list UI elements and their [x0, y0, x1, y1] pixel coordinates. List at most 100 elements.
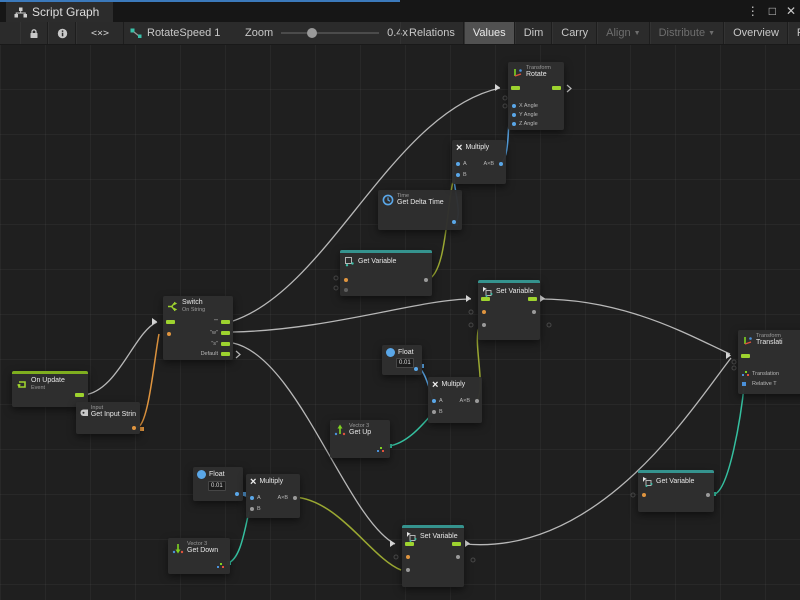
maximize-icon[interactable]: □	[769, 4, 776, 18]
float-value-field[interactable]: 0.01	[208, 481, 226, 491]
node-get-variable-top[interactable]: Get Variable	[340, 250, 432, 296]
node-get-input-string[interactable]: Input Get Input Strin	[76, 402, 140, 434]
info-button[interactable]	[48, 22, 76, 44]
input-a-port[interactable]	[250, 496, 254, 500]
relative-to-label: Relative T	[752, 381, 777, 387]
graph-canvas[interactable]	[0, 44, 800, 600]
flow-input-port[interactable]	[511, 86, 520, 90]
node-title: Get Variable	[358, 258, 396, 266]
clock-icon	[382, 194, 394, 206]
node-set-variable-mid[interactable]: Set Variable	[478, 280, 540, 340]
default-output-port[interactable]	[221, 352, 230, 356]
input-a-port[interactable]	[456, 162, 460, 166]
result-output-port[interactable]	[475, 399, 479, 403]
float-icon	[197, 470, 206, 479]
result-output-port[interactable]	[293, 496, 297, 500]
script-graph-icon	[14, 7, 27, 18]
float-output-port[interactable]	[414, 367, 418, 371]
string-output-port[interactable]	[132, 426, 136, 430]
case-label: ""	[214, 319, 218, 325]
float-value-field[interactable]: 0.01	[396, 358, 414, 368]
name-input-port[interactable]	[482, 310, 486, 314]
graph-breadcrumb[interactable]: RotateSpeed 1	[130, 22, 220, 44]
name-input-port[interactable]	[406, 555, 410, 559]
node-get-up[interactable]: Vector 3 Get Up	[330, 420, 390, 458]
y-angle-input-port[interactable]	[512, 113, 516, 117]
x-angle-input-port[interactable]	[512, 104, 516, 108]
full-screen-button[interactable]: Full Screen	[788, 22, 800, 44]
node-rotate[interactable]: Transform Rotate X Angle Y Angle Z Angle	[508, 62, 564, 130]
node-translate[interactable]: Transform Translati Translation Relative…	[738, 330, 800, 394]
translation-input-port[interactable]	[742, 371, 749, 377]
zoom-slider-handle[interactable]	[307, 28, 317, 38]
flow-output-port[interactable]	[75, 393, 84, 397]
input-a-port[interactable]	[432, 399, 436, 403]
lock-button[interactable]	[20, 22, 48, 44]
overview-button[interactable]: Overview	[724, 22, 788, 44]
zoom-slider-track[interactable]	[281, 32, 379, 34]
zoom-slider[interactable]	[281, 22, 379, 44]
node-title: Get Variable	[656, 478, 694, 486]
name-input-port[interactable]	[344, 278, 348, 282]
zoom-label: Zoom	[245, 27, 273, 39]
button-label: Values	[473, 27, 506, 39]
value-output-port[interactable]	[532, 310, 536, 314]
selector-input-port[interactable]	[167, 332, 171, 336]
vector-up-icon	[334, 424, 346, 436]
input-b-label: B	[257, 506, 261, 512]
flow-input-port[interactable]	[405, 542, 414, 546]
distribute-dropdown[interactable]: Distribute ▼	[650, 22, 724, 44]
result-output-port[interactable]	[499, 162, 503, 166]
window-menu-icon[interactable]: ⋮	[747, 4, 759, 18]
tab-script-graph[interactable]: Script Graph	[6, 2, 113, 22]
case-output-port[interactable]	[221, 342, 230, 346]
button-label: Overview	[733, 27, 779, 39]
input-a-label: A	[439, 398, 443, 404]
button-label: Distribute	[659, 27, 705, 39]
value-output-port[interactable]	[456, 555, 460, 559]
name-input-port[interactable]	[642, 493, 646, 497]
flow-output-port[interactable]	[452, 542, 461, 546]
case-output-port[interactable]	[221, 331, 230, 335]
z-angle-input-port[interactable]	[512, 122, 516, 126]
case-label: "w"	[210, 330, 218, 336]
node-multiply-mid[interactable]: × Multiply A A×B B	[428, 377, 482, 423]
node-float-bottom[interactable]: Float 0.01	[193, 467, 243, 501]
relative-to-input-port[interactable]	[742, 382, 746, 386]
case-output-port[interactable]	[221, 320, 230, 324]
values-button[interactable]: Values	[464, 22, 515, 44]
value-output-port[interactable]	[424, 278, 428, 282]
input-b-port[interactable]	[250, 507, 254, 511]
float-output-port[interactable]	[452, 220, 456, 224]
vector3-output-port[interactable]	[377, 447, 384, 453]
node-title: Get Up	[349, 429, 371, 437]
input-b-port[interactable]	[456, 173, 460, 177]
float-icon	[386, 348, 395, 357]
node-get-delta-time[interactable]: Time Get Delta Time	[378, 190, 462, 230]
flow-input-port[interactable]	[741, 354, 750, 358]
vector3-output-port[interactable]	[217, 563, 224, 569]
node-switch[interactable]: Switch On String "" "w" "s" Default	[163, 296, 233, 360]
fallback-input-port[interactable]	[344, 288, 348, 292]
carry-button[interactable]: Carry	[552, 22, 597, 44]
align-dropdown[interactable]: Align ▼	[597, 22, 649, 44]
flow-input-port[interactable]	[481, 297, 490, 301]
flow-output-port[interactable]	[552, 86, 561, 90]
node-get-down[interactable]: Vector 3 Get Down	[168, 538, 230, 574]
node-get-variable-right[interactable]: Get Variable	[638, 470, 714, 512]
node-float-mid[interactable]: Float 0.01	[382, 345, 422, 375]
close-icon[interactable]: ✕	[786, 4, 796, 18]
value-output-port[interactable]	[706, 493, 710, 497]
dim-button[interactable]: Dim	[515, 22, 553, 44]
float-output-port[interactable]	[235, 492, 239, 496]
relations-button[interactable]: Relations	[400, 22, 464, 44]
node-multiply-top[interactable]: × Multiply A A×B B	[452, 140, 506, 184]
input-b-port[interactable]	[432, 410, 436, 414]
node-set-variable-bottom[interactable]: Set Variable	[402, 525, 464, 587]
flow-input-port[interactable]	[166, 320, 175, 324]
code-view-toggle-button[interactable]: <×>	[76, 22, 124, 44]
node-multiply-bottom[interactable]: × Multiply A A×B B	[246, 474, 300, 518]
value-input-port[interactable]	[406, 568, 410, 572]
flow-output-port[interactable]	[528, 297, 537, 301]
value-input-port[interactable]	[482, 323, 486, 327]
